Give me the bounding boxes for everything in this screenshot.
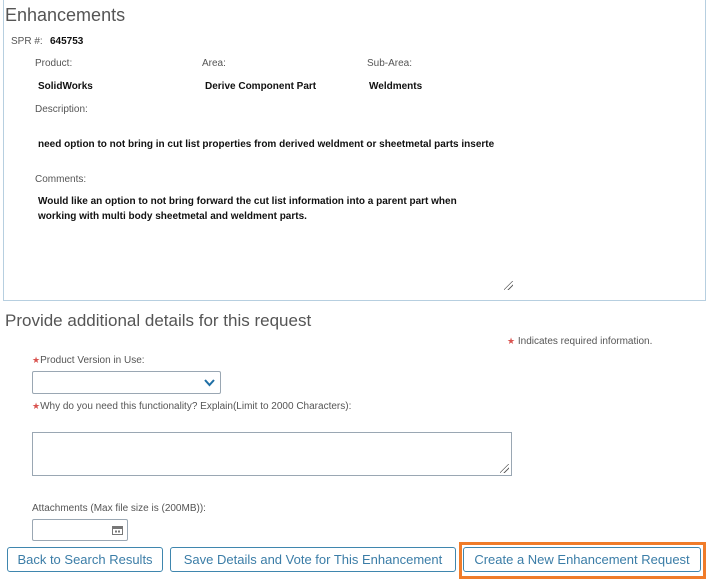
comments-label: Comments:: [35, 174, 87, 185]
attachments-input[interactable]: [32, 519, 128, 541]
comments-line-1: Would like an option to not bring forwar…: [38, 196, 457, 207]
spr-label: SPR #:: [11, 36, 43, 47]
why-textarea[interactable]: [32, 432, 512, 476]
area-label: Area:: [202, 58, 226, 69]
comments-line-2: working with multi body sheetmetal and w…: [38, 211, 307, 222]
calendar-icon[interactable]: [112, 525, 123, 535]
version-label: ★Product Version in Use:: [32, 355, 145, 366]
resize-handle-icon[interactable]: [500, 464, 509, 473]
create-new-enhancement-button[interactable]: Create a New Enhancement Request: [463, 547, 701, 572]
description-value: need option to not bring in cut list pro…: [38, 139, 495, 150]
spr-value: 645753: [50, 36, 84, 47]
product-version-select[interactable]: [32, 371, 221, 394]
required-star-icon: ★: [32, 401, 41, 411]
panel-title: Enhancements: [5, 5, 126, 25]
comments-textarea[interactable]: Would like an option to not bring forwar…: [33, 190, 515, 292]
version-label-text: Product Version in Use:: [40, 355, 145, 366]
required-star-icon: ★: [507, 336, 516, 346]
required-star-icon: ★: [32, 355, 41, 365]
why-label-text: Why do you need this functionality? Expl…: [40, 401, 352, 412]
save-and-vote-button[interactable]: Save Details and Vote for This Enhanceme…: [170, 547, 456, 572]
subarea-value: Weldments: [369, 81, 423, 92]
subarea-label: Sub-Area:: [367, 58, 413, 69]
description-label: Description:: [35, 104, 88, 115]
why-label: ★Why do you need this functionality? Exp…: [32, 401, 351, 412]
required-note: ★ Indicates required information.: [507, 336, 652, 347]
product-label: Product:: [35, 58, 73, 69]
resize-handle-icon[interactable]: [504, 281, 513, 290]
section-title: Provide additional details for this requ…: [5, 311, 312, 330]
product-value: SolidWorks: [38, 81, 93, 92]
area-value: Derive Component Part: [205, 81, 317, 92]
back-to-search-button[interactable]: Back to Search Results: [7, 547, 163, 572]
chevron-down-icon: [204, 379, 215, 387]
attachments-label: Attachments (Max file size is (200MB)):: [32, 503, 206, 514]
required-note-text: Indicates required information.: [517, 336, 653, 347]
